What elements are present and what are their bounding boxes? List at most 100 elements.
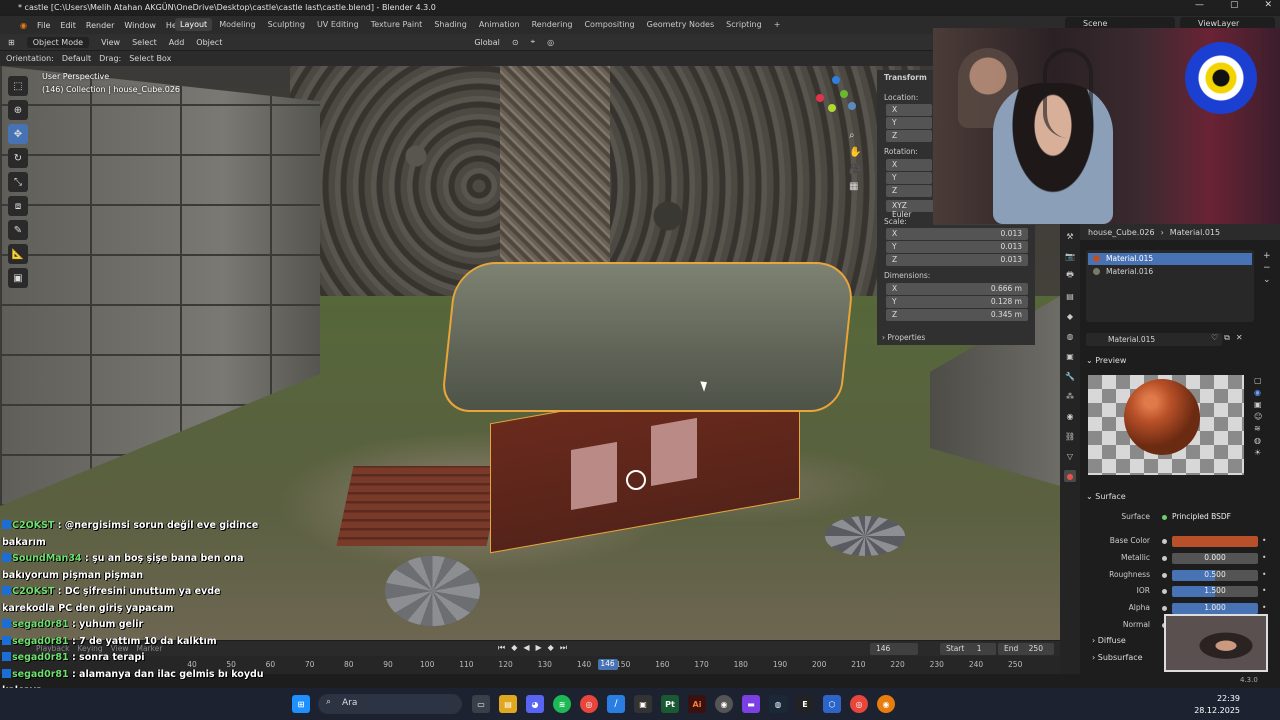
cursor-tool-icon[interactable]: ⊕ (8, 100, 28, 120)
material-slot-item[interactable]: Material.016 (1088, 266, 1252, 278)
view-layer-tab-icon[interactable]: ▤ (1064, 290, 1076, 302)
preview-flat-icon[interactable]: ▢ (1254, 376, 1262, 385)
preview-world-icon[interactable]: ◍ (1254, 436, 1262, 445)
location-y-field[interactable]: Y (886, 117, 932, 129)
transform-tool-icon[interactable]: ⧈ (8, 196, 28, 216)
tab-compositing[interactable]: Compositing (579, 18, 639, 31)
menu-render[interactable]: Render (86, 21, 114, 30)
file-explorer-icon[interactable]: ▤ (499, 695, 517, 713)
proportional-edit-icon[interactable]: ◎ (547, 38, 554, 47)
menu-file[interactable]: File (37, 21, 50, 30)
chrome-2-icon[interactable]: ◎ (850, 695, 868, 713)
bsdf-field-value[interactable]: 0.000 (1172, 553, 1258, 564)
render-tab-icon[interactable]: 📷 (1064, 250, 1076, 262)
navigation-gizmo[interactable] (812, 76, 858, 122)
menu-window[interactable]: Window (124, 21, 156, 30)
task-view-icon[interactable]: ▭ (472, 695, 490, 713)
jump-end-icon[interactable]: ⏭ (560, 643, 567, 653)
material-slot-item[interactable]: Material.015 (1088, 253, 1252, 265)
bsdf-field-value[interactable] (1172, 536, 1258, 547)
gizmo-y-icon[interactable] (840, 90, 848, 98)
tab-rendering[interactable]: Rendering (527, 18, 578, 31)
camera-view-icon[interactable]: 🎥 (849, 164, 861, 175)
add-workspace-icon[interactable]: + (769, 18, 786, 31)
modifier-tab-icon[interactable]: 🔧 (1064, 370, 1076, 382)
orientation-dropdown[interactable]: Default (62, 54, 91, 63)
gizmo-x-icon[interactable] (816, 94, 824, 102)
menu-edit[interactable]: Edit (60, 21, 76, 30)
remove-slot-icon[interactable]: − (1263, 262, 1271, 274)
close-icon[interactable]: ✕ (1264, 0, 1272, 10)
tool-tab-icon[interactable]: ⚒ (1064, 230, 1076, 242)
properties-panel-title[interactable]: › Properties (882, 333, 925, 342)
editor-type-icon[interactable]: ⊞ (8, 38, 15, 47)
menu-view[interactable]: View (101, 38, 120, 47)
pivot-icon[interactable]: ⊙ (512, 38, 519, 47)
keyframe-dot-icon[interactable]: • (1262, 586, 1266, 595)
socket-icon[interactable] (1162, 539, 1167, 544)
preview-light-icon[interactable]: ☀ (1254, 448, 1262, 457)
mode-dropdown[interactable]: Object Mode (26, 36, 90, 48)
unlink-icon[interactable]: ✕ (1236, 333, 1243, 343)
rotation-z-field[interactable]: Z (886, 185, 932, 197)
discord-icon[interactable]: ◕ (526, 695, 544, 713)
play-icon[interactable]: ▶ (536, 643, 542, 653)
constraints-tab-icon[interactable]: ⛓ (1064, 430, 1076, 442)
annotate-tool-icon[interactable]: ✎ (8, 220, 28, 240)
material-datablock-field[interactable]: Material.015 (1086, 333, 1222, 346)
gizmo-z-icon[interactable] (832, 76, 840, 84)
tab-layout[interactable]: Layout (175, 18, 213, 31)
play-reverse-icon[interactable]: ◀ (523, 643, 529, 653)
house-roof[interactable] (440, 262, 856, 412)
illustrator-icon[interactable]: Ai (688, 695, 706, 713)
tab-texture-paint[interactable]: Texture Paint (366, 18, 428, 31)
bsdf-field-value[interactable]: 0.500 (1172, 570, 1258, 581)
menu-object[interactable]: Object (196, 38, 222, 47)
tab-animation[interactable]: Animation (474, 18, 525, 31)
current-frame-field[interactable]: 146 (870, 643, 918, 655)
socket-icon[interactable] (1162, 606, 1167, 611)
tab-modeling[interactable]: Modeling (214, 18, 260, 31)
spotify-icon[interactable]: ≋ (553, 695, 571, 713)
rotate-tool-icon[interactable]: ↻ (8, 148, 28, 168)
preview-panel-header[interactable]: ⌄ Preview (1086, 356, 1126, 365)
end-frame-field[interactable]: End 250 (998, 643, 1054, 655)
dimensions-y-field[interactable]: Y 0.128 m (886, 296, 1028, 308)
surface-panel-header[interactable]: ⌄ Surface (1086, 492, 1126, 501)
preview-sphere-icon[interactable]: ◉ (1254, 388, 1262, 397)
menu-add[interactable]: Add (169, 38, 185, 47)
snap-icon[interactable]: ⌖ (531, 37, 536, 47)
purple-app-icon[interactable]: ▬ (742, 695, 760, 713)
keyframe-dot-icon[interactable]: • (1262, 536, 1266, 545)
preview-hair-icon[interactable]: ≋ (1254, 424, 1262, 433)
campfire-stones[interactable] (825, 516, 905, 556)
edit-app-icon[interactable]: ⧸ (607, 695, 625, 713)
jump-keyframe-fwd-icon[interactable]: ◆ (548, 643, 554, 653)
chrome-icon[interactable]: ◎ (580, 695, 598, 713)
tab-uv-editing[interactable]: UV Editing (312, 18, 364, 31)
start-frame-field[interactable]: Start 1 (940, 643, 996, 655)
tab-scripting[interactable]: Scripting (721, 18, 767, 31)
surface-shader-field[interactable]: Principled BSDF (1172, 512, 1231, 521)
tab-geometry-nodes[interactable]: Geometry Nodes (642, 18, 719, 31)
wooden-porch[interactable] (336, 466, 504, 546)
jump-keyframe-back-icon[interactable]: ◆ (511, 643, 517, 653)
menu-select[interactable]: Select (132, 38, 157, 47)
scale-y-field[interactable]: Y 0.013 (886, 241, 1028, 253)
transform-orientation-dropdown[interactable]: Global (474, 38, 500, 47)
data-tab-icon[interactable]: ▽ (1064, 450, 1076, 462)
bsdf-field-value[interactable]: 1.500 (1172, 586, 1258, 597)
move-tool-icon[interactable]: ✥ (8, 124, 28, 144)
transform-panel-title[interactable]: Transform (884, 73, 927, 82)
keyframe-dot-icon[interactable]: • (1262, 553, 1266, 562)
steam-icon[interactable]: ◍ (769, 695, 787, 713)
obs-icon[interactable]: ◉ (715, 695, 733, 713)
gizmo-neg-z-icon[interactable] (848, 102, 856, 110)
scale-z-field[interactable]: Z 0.013 (886, 254, 1028, 266)
minimize-icon[interactable]: — (1195, 0, 1204, 10)
keyframe-dot-icon[interactable]: • (1262, 603, 1266, 612)
fake-user-icon[interactable]: ♡ (1211, 333, 1218, 343)
diffuse-panel-header[interactable]: › Diffuse (1092, 636, 1126, 645)
network-app-icon[interactable]: ⬡ (823, 695, 841, 713)
pt-app-icon[interactable]: Pt (661, 695, 679, 713)
